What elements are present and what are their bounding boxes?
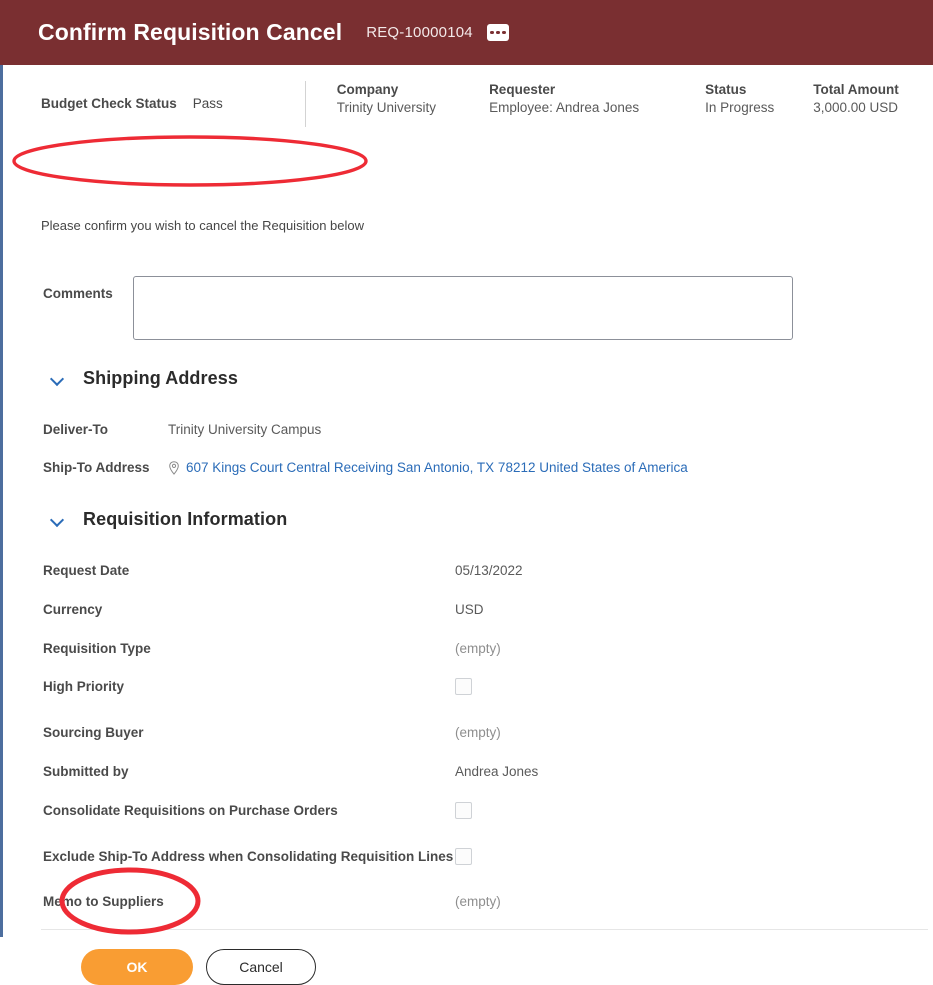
checkbox-consolidate-requisitions[interactable]: [455, 802, 472, 819]
ship-to-address-text: 607 Kings Court Central Receiving San An…: [186, 460, 688, 475]
summary-total-amount-label: Total Amount: [813, 82, 899, 97]
location-pin-icon: [169, 460, 179, 475]
field-row-submitted-by: Submitted by Andrea Jones: [43, 764, 903, 779]
summary-requester-label: Requester: [489, 82, 556, 97]
footer-divider: [41, 929, 928, 930]
field-label-sourcing-buyer: Sourcing Buyer: [43, 725, 144, 740]
page-title: Confirm Requisition Cancel: [38, 19, 343, 45]
field-row-high-priority: High Priority: [43, 678, 903, 695]
summary-total-amount: Total Amount 3,000.00 USD: [813, 81, 898, 117]
field-label-deliver-to: Deliver-To: [43, 422, 109, 437]
summary-status-label: Status: [705, 82, 747, 97]
ellipsis-dot: [490, 30, 494, 35]
field-row-sourcing-buyer: Sourcing Buyer (empty): [43, 725, 903, 740]
status-badge: In Progress: [705, 100, 775, 115]
summary-divider: [304, 81, 306, 127]
summary-company-label: Company: [336, 82, 399, 97]
field-row-ship-to-address: Ship-To Address 607 Kings Court Central …: [43, 460, 903, 475]
comments-label: Comments: [43, 286, 113, 301]
ok-button[interactable]: OK: [81, 949, 193, 985]
field-value-deliver-to: Trinity University Campus: [168, 422, 322, 437]
field-row-requisition-type: Requisition Type (empty): [43, 641, 903, 656]
ellipsis-dot: [502, 30, 506, 35]
page-body: Budget Check Status Pass Company Trinity…: [0, 65, 933, 985]
ellipsis-icon[interactable]: [486, 24, 509, 41]
summary-requester: Requester Employee: Andrea Jones: [489, 81, 639, 117]
checkbox-high-priority[interactable]: [455, 678, 472, 695]
field-label-request-date: Request Date: [43, 563, 130, 578]
summary-budget-check-value: Pass: [192, 96, 223, 111]
field-value-sourcing-buyer: (empty): [455, 725, 501, 740]
field-row-request-date: Request Date 05/13/2022: [43, 563, 903, 578]
field-value-memo-to-suppliers: (empty): [455, 894, 501, 909]
field-row-memo-to-suppliers: Memo to Suppliers (empty): [43, 894, 903, 909]
checkbox-exclude-ship-to-address[interactable]: [455, 848, 472, 865]
field-value-submitted-by: Andrea Jones: [455, 764, 539, 779]
summary-budget-check-label: Budget Check Status: [41, 96, 177, 111]
field-label-consolidate-requisitions: Consolidate Requisitions on Purchase Ord…: [43, 803, 338, 818]
section-title-requisition-information: Requisition Information: [83, 509, 288, 529]
field-label-requisition-type: Requisition Type: [43, 641, 151, 656]
field-row-deliver-to: Deliver-To Trinity University Campus: [43, 422, 903, 437]
field-value-high-priority: [455, 678, 472, 695]
summary-requester-value: Employee: Andrea Jones: [489, 100, 640, 115]
confirm-message: Please confirm you wish to cancel the Re…: [41, 218, 365, 233]
summary-bar: Budget Check Status Pass Company Trinity…: [41, 81, 899, 127]
window-titlebar: Confirm Requisition Cancel REQ-10000104: [0, 0, 933, 65]
summary-company-value: Trinity University: [336, 100, 437, 115]
field-row-consolidate-requisitions: Consolidate Requisitions on Purchase Ord…: [43, 802, 903, 819]
field-value-request-date: 05/13/2022: [455, 563, 523, 578]
field-row-exclude-ship-to-address: Exclude Ship-To Address when Consolidati…: [43, 848, 903, 865]
ellipsis-dot: [496, 30, 500, 35]
summary-budget-check: Budget Check Status Pass: [41, 81, 223, 111]
summary-status: Status In Progress: [705, 81, 774, 117]
field-value-ship-to-address[interactable]: 607 Kings Court Central Receiving San An…: [168, 460, 688, 475]
field-label-memo-to-suppliers: Memo to Suppliers: [43, 894, 164, 909]
field-label-high-priority: High Priority: [43, 679, 125, 694]
comments-input[interactable]: [133, 276, 793, 340]
summary-total-amount-value: 3,000.00 USD: [813, 100, 899, 115]
section-title-shipping-address: Shipping Address: [83, 368, 238, 388]
field-row-currency: Currency USD: [43, 602, 903, 617]
field-value-consolidate-requisitions: [455, 802, 472, 819]
field-label-currency: Currency: [43, 602, 103, 617]
field-label-exclude-ship-to-address: Exclude Ship-To Address when Consolidati…: [43, 849, 454, 864]
field-label-submitted-by: Submitted by: [43, 764, 129, 779]
field-value-requisition-type: (empty): [455, 641, 501, 656]
section-header-shipping-address[interactable]: Shipping Address: [49, 368, 238, 389]
summary-company: Company Trinity University: [337, 81, 436, 117]
chevron-down-icon: [49, 371, 65, 387]
field-value-currency: USD: [455, 602, 484, 617]
field-label-ship-to-address: Ship-To Address: [43, 460, 150, 475]
cancel-button[interactable]: Cancel: [206, 949, 316, 985]
chevron-down-icon: [49, 512, 65, 528]
section-header-requisition-information[interactable]: Requisition Information: [49, 509, 287, 530]
requisition-reference: REQ-10000104: [366, 24, 473, 41]
field-value-exclude-ship-to-address: [455, 848, 472, 865]
